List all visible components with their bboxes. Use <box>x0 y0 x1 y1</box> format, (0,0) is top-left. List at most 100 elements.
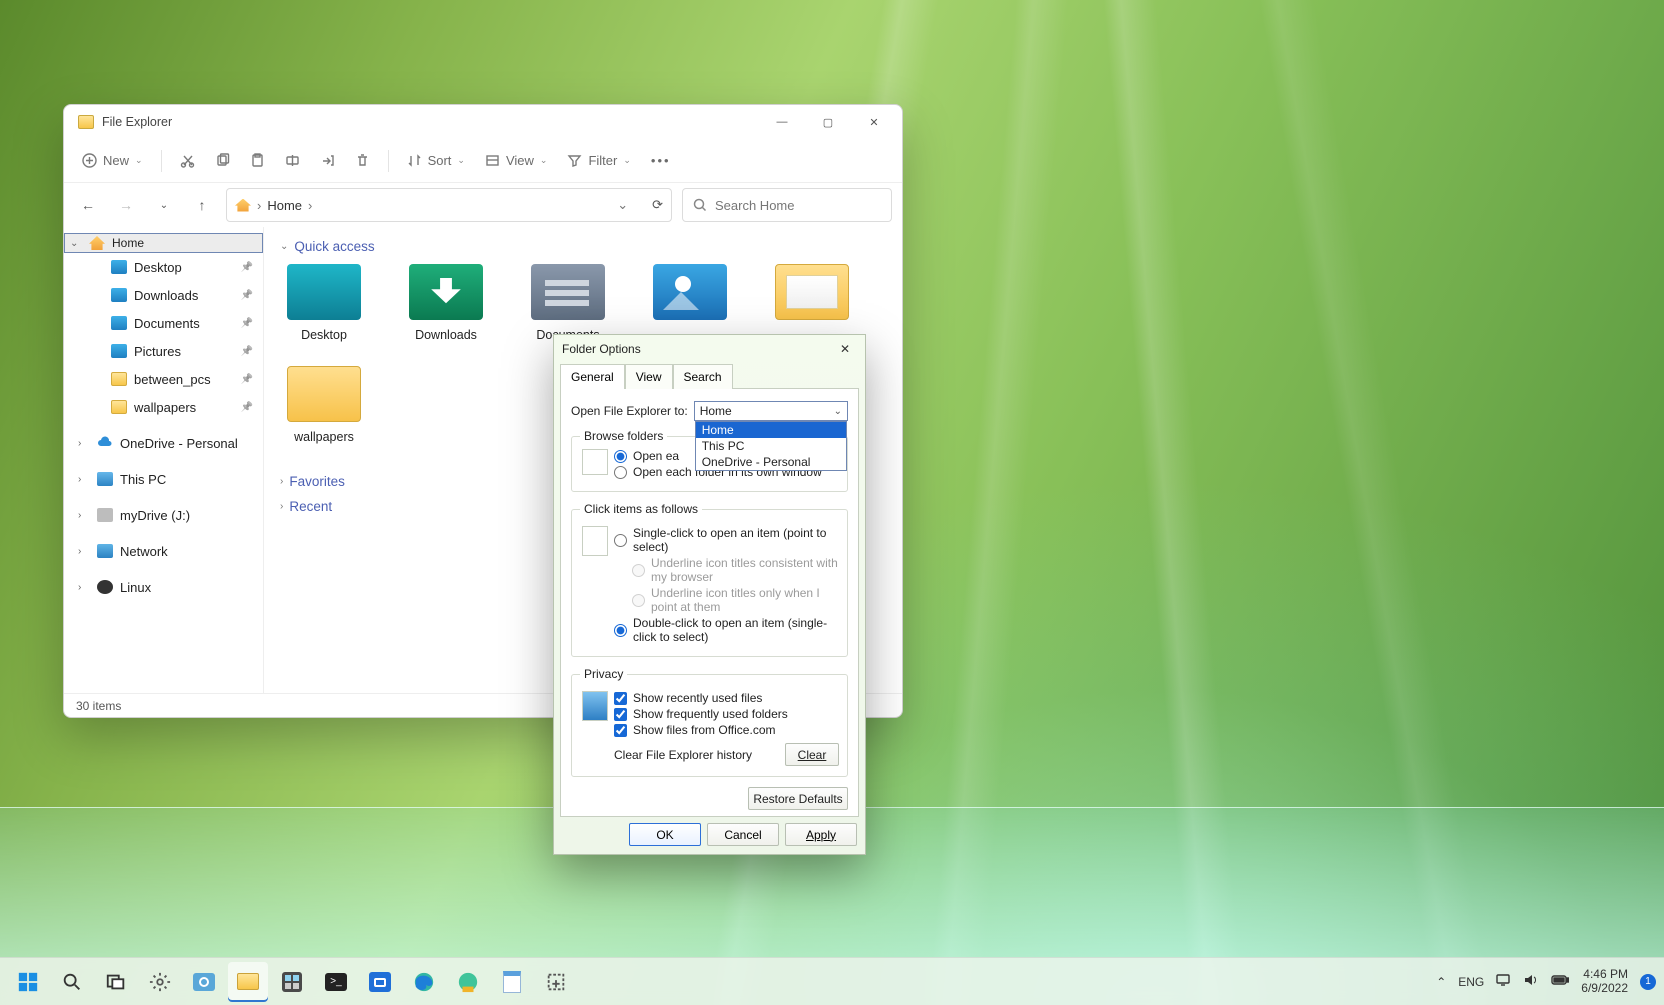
taskbar-settings[interactable] <box>140 962 180 1002</box>
clock[interactable]: 4:46 PM 6/9/2022 <box>1581 968 1628 996</box>
cancel-button[interactable]: Cancel <box>707 823 779 846</box>
check-frequent-folders[interactable]: Show frequently used folders <box>614 707 839 721</box>
tab-view[interactable]: View <box>625 364 673 389</box>
battery-icon[interactable] <box>1551 974 1569 989</box>
breadcrumb-home[interactable]: Home <box>267 198 302 213</box>
tab-search[interactable]: Search <box>673 364 733 389</box>
tile-folder[interactable] <box>766 264 858 342</box>
option-onedrive[interactable]: OneDrive - Personal <box>696 454 846 470</box>
privacy-icon <box>582 691 608 721</box>
sort-label: Sort <box>428 153 452 168</box>
date: 6/9/2022 <box>1581 982 1628 996</box>
edge-canary-icon <box>457 971 479 993</box>
clear-button[interactable]: Clear <box>785 743 839 766</box>
language-indicator[interactable]: ENG <box>1458 975 1484 989</box>
sidebar-item-downloads[interactable]: Downloads📌 <box>64 281 263 309</box>
sidebar-item-mydrive-j-[interactable]: ›myDrive (J:) <box>64 501 263 529</box>
titlebar[interactable]: File Explorer — ▢ ✕ <box>64 105 902 139</box>
option-this-pc[interactable]: This PC <box>696 438 846 454</box>
sidebar-item-documents[interactable]: Documents📌 <box>64 309 263 337</box>
maximize-button[interactable]: ▢ <box>806 108 850 136</box>
delete-button[interactable] <box>347 145 378 177</box>
tile-desktop[interactable]: Desktop <box>278 264 370 342</box>
taskbar-notepad[interactable] <box>492 962 532 1002</box>
tile-downloads[interactable]: Downloads <box>400 264 492 342</box>
tile-documents[interactable]: Documents <box>522 264 614 342</box>
taskbar-edge[interactable] <box>404 962 444 1002</box>
sidebar-item-this-pc[interactable]: ›This PC <box>64 465 263 493</box>
taskbar-snipping[interactable] <box>536 962 576 1002</box>
apply-button[interactable]: Apply <box>785 823 857 846</box>
check-office-files[interactable]: Show files from Office.com <box>614 723 839 737</box>
rename-button[interactable] <box>277 145 308 177</box>
funnel-icon <box>567 153 582 168</box>
tab-general[interactable]: General <box>560 364 625 389</box>
share-button[interactable] <box>312 145 343 177</box>
network-icon[interactable] <box>1496 973 1512 990</box>
sidebar-item-between-pcs[interactable]: between_pcs📌 <box>64 365 263 393</box>
start-button[interactable] <box>8 962 48 1002</box>
minimize-button[interactable]: — <box>760 108 804 136</box>
rename-icon <box>285 153 300 168</box>
sidebar-item-wallpapers[interactable]: wallpapers📌 <box>64 393 263 421</box>
taskbar-search[interactable] <box>52 962 92 1002</box>
sidebar-item-pictures[interactable]: Pictures📌 <box>64 337 263 365</box>
pin-icon: 📌 <box>241 318 253 329</box>
view-button[interactable]: View⌄ <box>477 145 556 177</box>
sidebar-item-onedrive-personal[interactable]: ›OneDrive - Personal <box>64 429 263 457</box>
new-label: New <box>103 153 129 168</box>
open-explorer-to-select[interactable]: Home ⌄ Home This PC OneDrive - Personal <box>694 401 848 421</box>
taskbar-camera[interactable] <box>184 962 224 1002</box>
new-button[interactable]: New⌄ <box>74 145 151 177</box>
search-box[interactable]: Search Home <box>682 188 892 222</box>
tile-wallpapers[interactable]: wallpapers <box>278 366 370 444</box>
sidebar-item-label: Desktop <box>134 260 182 275</box>
tray-chevron-up-icon[interactable]: ⌃ <box>1436 975 1446 989</box>
section-label: Favorites <box>289 474 345 489</box>
refresh-button[interactable]: ⟳ <box>652 197 663 213</box>
address-bar[interactable]: › Home › ⌄ ⟳ <box>226 188 672 222</box>
restore-defaults-button[interactable]: Restore Defaults <box>748 787 848 810</box>
taskbar-edge-canary[interactable] <box>448 962 488 1002</box>
paste-button[interactable] <box>242 145 273 177</box>
volume-icon[interactable] <box>1524 973 1539 990</box>
sort-button[interactable]: Sort⌄ <box>399 145 473 177</box>
folder-large-icon <box>287 264 361 320</box>
copy-button[interactable] <box>207 145 238 177</box>
recent-locations-button[interactable]: ⌄ <box>150 190 178 220</box>
notification-badge[interactable]: 1 <box>1640 974 1656 990</box>
back-button[interactable]: ← <box>74 190 102 220</box>
tile-folder[interactable] <box>644 264 736 342</box>
taskbar-file-explorer[interactable] <box>228 962 268 1002</box>
scissors-icon <box>180 153 195 168</box>
taskbar-store[interactable] <box>360 962 400 1002</box>
share-icon <box>320 153 335 168</box>
tile-label: Downloads <box>415 328 477 342</box>
folder-large-icon <box>653 264 727 320</box>
dialog-close-button[interactable]: ✕ <box>833 338 857 360</box>
layout-icon <box>485 153 500 168</box>
task-view[interactable] <box>96 962 136 1002</box>
radio-double-click[interactable]: Double-click to open an item (single-cli… <box>614 616 839 644</box>
section-quick-access[interactable]: ⌄Quick access <box>280 239 888 254</box>
sidebar-item-home[interactable]: ⌄Home <box>64 233 263 253</box>
sidebar-item-linux[interactable]: ›Linux <box>64 573 263 601</box>
radio-single-click[interactable]: Single-click to open an item (point to s… <box>614 526 839 554</box>
command-bar: New⌄ Sort⌄ View⌄ Filter⌄ ••• <box>64 139 902 183</box>
taskbar-calculator[interactable] <box>272 962 312 1002</box>
up-button[interactable]: ↑ <box>188 190 216 220</box>
close-button[interactable]: ✕ <box>852 108 896 136</box>
forward-button[interactable]: → <box>112 190 140 220</box>
cut-button[interactable] <box>172 145 203 177</box>
check-recent-files[interactable]: Show recently used files <box>614 691 839 705</box>
sidebar-item-desktop[interactable]: Desktop📌 <box>64 253 263 281</box>
option-home[interactable]: Home <box>696 422 846 438</box>
more-button[interactable]: ••• <box>643 145 679 177</box>
ok-button[interactable]: OK <box>629 823 701 846</box>
taskbar-terminal[interactable]: >_ <box>316 962 356 1002</box>
chevron-icon: › <box>78 438 90 449</box>
camera-icon <box>193 973 215 991</box>
filter-button[interactable]: Filter⌄ <box>559 145 638 177</box>
sidebar-item-label: between_pcs <box>134 372 211 387</box>
sidebar-item-network[interactable]: ›Network <box>64 537 263 565</box>
